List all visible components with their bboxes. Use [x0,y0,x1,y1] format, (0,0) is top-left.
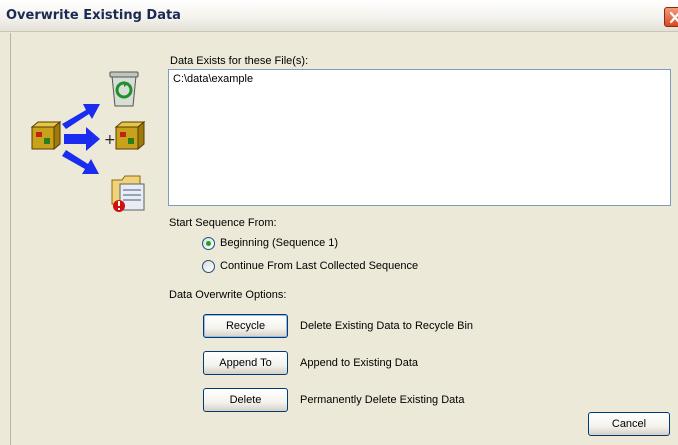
window-title: Overwrite Existing Data [6,8,181,23]
overwrite-illustration: + [30,71,146,212]
radio-continue-label: Continue From Last Collected Sequence [220,260,419,272]
data-cube-icon [30,120,62,151]
folder-warning-icon [111,175,145,212]
arrow-down-right-icon [62,150,99,174]
title-bar[interactable]: Overwrite Existing Data [0,0,678,32]
close-button[interactable] [664,7,678,27]
recycle-bin-icon [109,71,139,107]
arrow-up-right-icon [62,104,100,129]
delete-description: Permanently Delete Existing Data [300,394,465,406]
radio-continue[interactable]: Continue From Last Collected Sequence [202,258,418,274]
overwrite-options-label: Data Overwrite Options: [169,289,287,301]
recycle-button[interactable]: Recycle [203,314,288,338]
radio-continue-button[interactable] [202,259,215,273]
arrow-right-icon [64,127,100,151]
close-icon [669,11,678,24]
start-sequence-label: Start Sequence From: [169,217,277,229]
radio-beginning[interactable]: Beginning (Sequence 1) [202,235,338,251]
delete-button[interactable]: Delete [203,388,288,412]
cancel-button[interactable]: Cancel [588,412,670,436]
files-label: Data Exists for these File(s): [170,55,309,67]
radio-beginning-label: Beginning (Sequence 1) [220,237,339,249]
data-cube-icon [114,120,146,151]
plus-icon: + [104,132,116,148]
list-item[interactable]: C:\data\example [173,73,253,85]
files-listbox[interactable]: C:\data\example [168,69,671,206]
recycle-description: Delete Existing Data to Recycle Bin [300,320,474,332]
append-button[interactable]: Append To [203,351,288,375]
radio-beginning-button[interactable] [202,236,215,250]
append-description: Append to Existing Data [300,357,419,369]
